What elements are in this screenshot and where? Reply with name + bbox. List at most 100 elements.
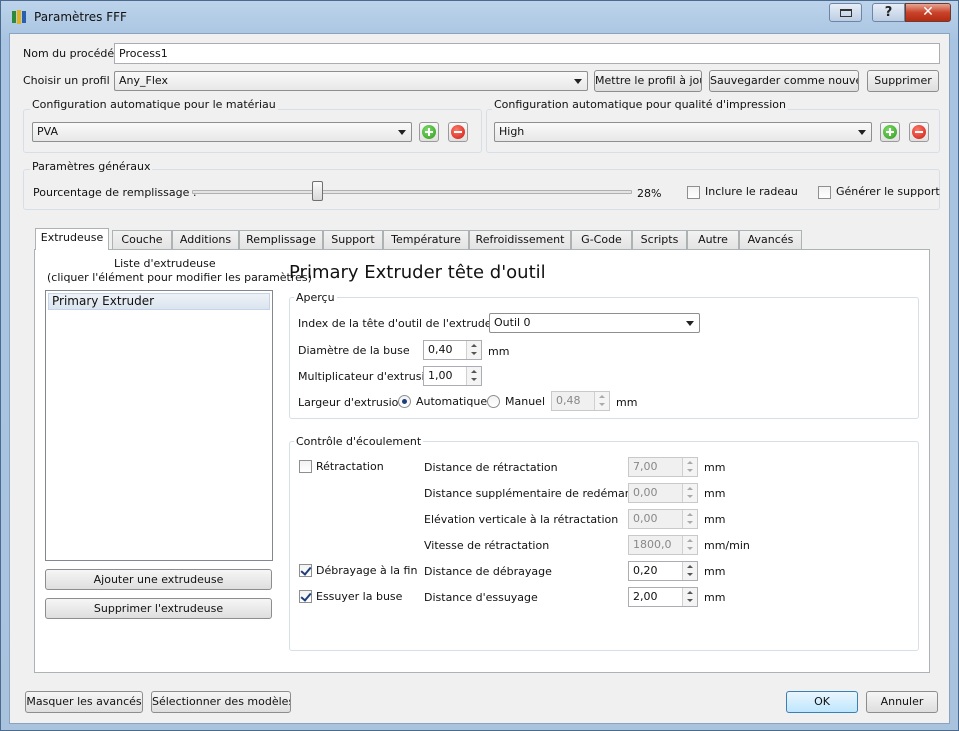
infill-value: 28% bbox=[637, 187, 662, 200]
tab-gcode[interactable]: G-Code bbox=[571, 230, 632, 249]
minus-icon bbox=[451, 125, 465, 139]
extruder-list-subtitle: (cliquer l'élément pour modifier les par… bbox=[47, 271, 312, 284]
auto-radio[interactable] bbox=[398, 395, 411, 408]
quality-select[interactable]: High bbox=[494, 122, 872, 142]
extra-restart-spinbox[interactable]: 0,00 bbox=[628, 483, 698, 503]
quality-group-title: Configuration automatique pour qualité d… bbox=[492, 98, 789, 111]
help-button[interactable]: ? bbox=[872, 3, 905, 22]
close-icon: ✕ bbox=[922, 4, 934, 20]
app-icon bbox=[11, 9, 27, 25]
restore-button[interactable] bbox=[829, 3, 862, 22]
tab-support[interactable]: Support bbox=[323, 230, 383, 249]
process-name-field[interactable]: Process1 bbox=[114, 43, 940, 64]
add-quality-button[interactable] bbox=[880, 122, 900, 142]
chevron-down-icon bbox=[398, 130, 406, 135]
spin-arrows-icon[interactable] bbox=[594, 392, 609, 410]
nozzle-label: Diamètre de la buse bbox=[298, 344, 410, 357]
title-bar[interactable]: Paramètres FFF ? ✕ bbox=[1, 1, 958, 33]
raft-checkbox[interactable] bbox=[687, 186, 700, 199]
coast-distance-spinbox[interactable]: 0,20 bbox=[628, 561, 698, 581]
add-extruder-button[interactable]: Ajouter une extrudeuse bbox=[45, 569, 272, 590]
vertical-lift-spinbox[interactable]: 0,00 bbox=[628, 509, 698, 529]
retract-distance-spinbox[interactable]: 7,00 bbox=[628, 457, 698, 477]
delete-profile-button[interactable]: Supprimer bbox=[867, 70, 939, 92]
spin-arrows-icon[interactable] bbox=[682, 458, 697, 476]
profile-select[interactable]: Any_Flex bbox=[114, 71, 588, 91]
manual-radio[interactable] bbox=[487, 395, 500, 408]
select-models-button[interactable]: Sélectionner des modèles bbox=[151, 691, 291, 713]
retraction-checkbox[interactable] bbox=[299, 460, 312, 473]
spin-arrows-icon[interactable] bbox=[682, 588, 697, 606]
tab-additions[interactable]: Additions bbox=[172, 230, 239, 249]
vertical-lift-unit: mm bbox=[704, 513, 726, 526]
material-group-title: Configuration automatique pour le matéri… bbox=[30, 98, 278, 111]
infill-label: Pourcentage de remplissage : bbox=[33, 186, 197, 199]
infill-slider[interactable] bbox=[192, 181, 632, 203]
retract-speed-value: 1800,0 bbox=[633, 538, 672, 551]
overview-group-title: Aperçu bbox=[294, 291, 337, 304]
material-select[interactable]: PVA bbox=[32, 122, 412, 142]
ok-button[interactable]: OK bbox=[786, 691, 858, 713]
hide-advanced-button[interactable]: Masquer les avancés bbox=[25, 691, 143, 713]
multiplier-label: Multiplicateur d'extrusion bbox=[298, 370, 439, 383]
coast-checkbox[interactable] bbox=[299, 564, 312, 577]
tab-refroidissement[interactable]: Refroidissement bbox=[469, 230, 571, 249]
extrusion-width-unit: mm bbox=[616, 396, 638, 409]
coast-label: Débrayage à la fin bbox=[316, 564, 418, 577]
infill-slider-handle[interactable] bbox=[312, 181, 323, 201]
update-profile-button[interactable]: Mettre le profil à jour bbox=[594, 70, 702, 92]
tab-avances[interactable]: Avancés bbox=[739, 230, 802, 249]
close-button[interactable]: ✕ bbox=[905, 3, 951, 22]
general-group-title: Paramètres généraux bbox=[30, 160, 153, 173]
extra-restart-value: 0,00 bbox=[633, 486, 658, 499]
spin-arrows-icon[interactable] bbox=[466, 367, 481, 385]
chevron-down-icon bbox=[858, 130, 866, 135]
extra-restart-unit: mm bbox=[704, 487, 726, 500]
spin-arrows-icon[interactable] bbox=[682, 536, 697, 554]
coast-distance-value: 0,20 bbox=[633, 564, 658, 577]
quality-select-value: High bbox=[499, 125, 525, 138]
remove-quality-button[interactable] bbox=[909, 122, 929, 142]
raft-label: Inclure le radeau bbox=[705, 185, 798, 198]
nozzle-spinbox[interactable]: 0,40 bbox=[423, 340, 482, 360]
tab-extrudeuse[interactable]: Extrudeuse bbox=[35, 228, 109, 250]
spin-arrows-icon[interactable] bbox=[466, 341, 481, 359]
wipe-checkbox[interactable] bbox=[299, 590, 312, 603]
tab-couche[interactable]: Couche bbox=[112, 230, 172, 249]
extrusion-width-spinbox[interactable]: 0,48 bbox=[551, 391, 610, 411]
add-material-button[interactable] bbox=[419, 122, 439, 142]
extruder-heading: Primary Extruder tête d'outil bbox=[289, 262, 546, 283]
restore-icon bbox=[840, 9, 852, 17]
wipe-distance-spinbox[interactable]: 2,00 bbox=[628, 587, 698, 607]
remove-material-button[interactable] bbox=[448, 122, 468, 142]
multiplier-spinbox[interactable]: 1,00 bbox=[423, 366, 482, 386]
vertical-lift-value: 0,00 bbox=[633, 512, 658, 525]
list-item[interactable]: Primary Extruder bbox=[48, 293, 270, 310]
tool-index-select[interactable]: Outil 0 bbox=[489, 313, 700, 333]
tab-temperature[interactable]: Température bbox=[383, 230, 469, 249]
extrusion-width-label: Largeur d'extrusion bbox=[298, 396, 406, 409]
window-title: Paramètres FFF bbox=[34, 10, 127, 24]
remove-extruder-button[interactable]: Supprimer l'extrudeuse bbox=[45, 598, 272, 619]
material-select-value: PVA bbox=[37, 125, 58, 138]
manual-label: Manuel bbox=[505, 395, 545, 408]
help-icon: ? bbox=[884, 5, 893, 20]
nozzle-unit: mm bbox=[488, 345, 510, 358]
retract-distance-label: Distance de rétractation bbox=[424, 461, 558, 474]
tab-scripts[interactable]: Scripts bbox=[632, 230, 687, 249]
tab-autre[interactable]: Autre bbox=[687, 230, 739, 249]
support-checkbox[interactable] bbox=[818, 186, 831, 199]
save-as-new-button[interactable]: Sauvegarder comme nouveau bbox=[709, 70, 859, 92]
wipe-distance-value: 2,00 bbox=[633, 590, 658, 603]
retract-speed-spinbox[interactable]: 1800,0 bbox=[628, 535, 698, 555]
spin-arrows-icon[interactable] bbox=[682, 562, 697, 580]
coast-distance-unit: mm bbox=[704, 565, 726, 578]
tab-page-extrudeuse: Liste d'extrudeuse (cliquer l'élément po… bbox=[34, 249, 930, 673]
extruder-list-title: Liste d'extrudeuse bbox=[114, 257, 216, 270]
spin-arrows-icon[interactable] bbox=[682, 510, 697, 528]
spin-arrows-icon[interactable] bbox=[682, 484, 697, 502]
tab-remplissage[interactable]: Remplissage bbox=[239, 230, 323, 249]
extruder-list[interactable]: Primary Extruder bbox=[45, 290, 273, 561]
process-name-label: Nom du procédé : bbox=[23, 47, 122, 60]
cancel-button[interactable]: Annuler bbox=[866, 691, 938, 713]
